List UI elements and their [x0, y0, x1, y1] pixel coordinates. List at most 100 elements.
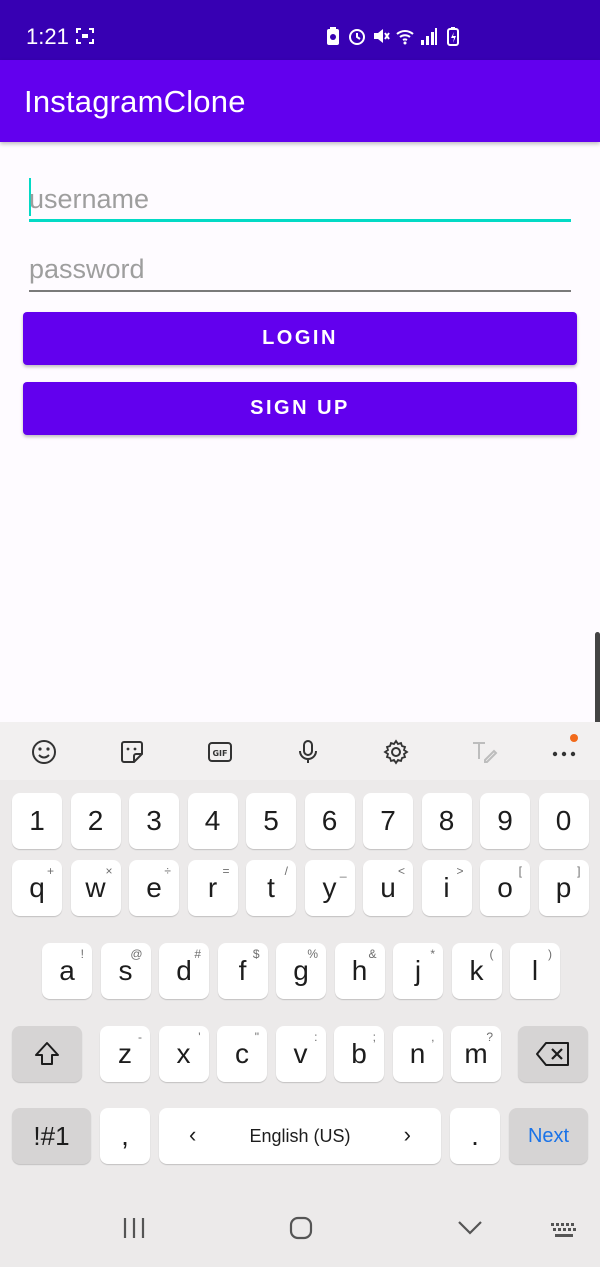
period-key[interactable]: .	[450, 1108, 500, 1164]
key-label: 5	[263, 805, 279, 836]
key-h[interactable]: h &	[334, 943, 385, 999]
key-g[interactable]: g%	[276, 943, 326, 999]
next-key[interactable]: Next	[509, 1108, 588, 1164]
key-label: o	[497, 872, 513, 903]
key-label: b	[351, 1038, 367, 1069]
keyboard-toolbar: GIF	[0, 722, 600, 780]
key-secondary-label: <	[397, 864, 405, 878]
notification-dot	[570, 734, 578, 742]
battery-icon	[447, 27, 459, 46]
key-0[interactable]: 0	[538, 793, 589, 849]
key-secondary-label: "	[254, 1030, 259, 1044]
key-z[interactable]: z-	[100, 1026, 150, 1082]
key-f[interactable]: f $	[217, 943, 268, 999]
shift-icon	[35, 1042, 59, 1065]
key-l[interactable]: l)	[510, 943, 560, 999]
alarm-icon	[349, 29, 365, 45]
key-y[interactable]: y _	[304, 860, 355, 916]
microphone-icon[interactable]	[294, 738, 322, 766]
password-underline	[29, 290, 571, 292]
home-icon[interactable]	[289, 1216, 313, 1245]
cursor-left-icon[interactable]: ‹	[189, 1122, 196, 1148]
key-label: 0	[555, 805, 572, 836]
key-7[interactable]: 7	[363, 793, 413, 849]
svg-text:GIF: GIF	[212, 749, 227, 758]
key-label: p	[555, 872, 572, 903]
key-c[interactable]: c "	[217, 1026, 267, 1082]
key-o[interactable]: o[	[480, 860, 530, 916]
key-x[interactable]: x '	[158, 1026, 209, 1082]
key-label: 8	[438, 805, 455, 836]
key-r[interactable]: r =	[187, 860, 238, 916]
key-secondary-label: ?	[486, 1030, 493, 1044]
recent-apps-icon[interactable]	[122, 1216, 146, 1245]
login-button[interactable]: LOGIN	[23, 312, 577, 365]
key-w[interactable]: w ×	[70, 860, 121, 916]
key-secondary-label: >	[456, 864, 464, 878]
key-secondary-label: &	[368, 947, 377, 961]
sticker-icon[interactable]	[118, 738, 146, 766]
key-t[interactable]: t /	[246, 860, 296, 916]
key-secondary-label: ]	[577, 864, 581, 878]
key-6[interactable]: 6	[304, 793, 355, 849]
key-k[interactable]: k(	[451, 943, 502, 999]
key-4[interactable]: 4	[187, 793, 238, 849]
key-1[interactable]: 1	[12, 793, 62, 849]
key-n[interactable]: n,	[392, 1026, 443, 1082]
username-input[interactable]: username	[29, 178, 571, 222]
key-secondary-label: $	[252, 947, 260, 961]
signup-button[interactable]: SIGN UP	[23, 382, 577, 435]
password-input[interactable]: password	[29, 248, 571, 292]
settings-gear-icon[interactable]	[382, 738, 410, 766]
key-a[interactable]: a!	[42, 943, 92, 999]
space-key[interactable]: ‹ English (US) ›	[159, 1108, 441, 1164]
backspace-key[interactable]	[518, 1026, 588, 1082]
key-5[interactable]: 5	[246, 793, 296, 849]
emoji-icon[interactable]	[30, 738, 58, 766]
key-label: t	[267, 872, 275, 903]
cursor-right-icon[interactable]: ›	[404, 1122, 411, 1148]
comma-key[interactable]: ,	[100, 1108, 150, 1164]
key-p[interactable]: p]	[538, 860, 589, 916]
navigation-bar	[0, 1190, 600, 1267]
key-u[interactable]: u <	[363, 860, 413, 916]
key-secondary-label: +	[46, 864, 54, 878]
key-v[interactable]: v:	[275, 1026, 326, 1082]
key-q[interactable]: q +	[12, 860, 62, 916]
key-d[interactable]: d #	[159, 943, 209, 999]
key-i[interactable]: i >	[421, 860, 472, 916]
key-label: u	[380, 872, 396, 903]
key-label: w	[85, 872, 106, 903]
key-label: 4	[204, 805, 221, 836]
key-secondary-label: !	[80, 947, 84, 961]
key-secondary-label: )	[548, 947, 552, 961]
key-e[interactable]: e ÷	[129, 860, 179, 916]
key-label: c	[235, 1038, 249, 1069]
symbols-key[interactable]: !#1	[12, 1108, 91, 1164]
key-secondary-label: ×	[105, 864, 113, 878]
key-label: 2	[87, 805, 104, 836]
handwriting-icon[interactable]	[470, 738, 498, 766]
backspace-icon	[536, 1042, 569, 1066]
key-label: h	[351, 955, 368, 986]
more-options-icon[interactable]	[550, 738, 578, 766]
key-b[interactable]: b;	[334, 1026, 384, 1082]
key-secondary-label: -	[138, 1030, 142, 1044]
key-m[interactable]: m?	[451, 1026, 501, 1082]
keyboard-icon[interactable]	[550, 1222, 578, 1245]
key-label: z	[118, 1038, 132, 1069]
key-secondary-label: ,	[431, 1030, 435, 1044]
key-9[interactable]: 9	[480, 793, 530, 849]
shift-key[interactable]	[12, 1026, 82, 1082]
back-chevron-down-icon[interactable]	[456, 1216, 484, 1245]
mute-icon	[374, 29, 390, 43]
key-8[interactable]: 8	[421, 793, 472, 849]
key-label: d	[176, 955, 192, 986]
soft-keyboard: GIF 1234567890 q + w × e ÷ r = t / y _ u < i > o[p] a! s @…	[0, 722, 600, 1267]
key-2[interactable]: 2	[70, 793, 121, 849]
gif-icon[interactable]: GIF	[206, 738, 234, 766]
key-j[interactable]: j *	[393, 943, 443, 999]
key-secondary-label: *	[430, 947, 435, 961]
key-s[interactable]: s @	[100, 943, 151, 999]
key-3[interactable]: 3	[129, 793, 179, 849]
